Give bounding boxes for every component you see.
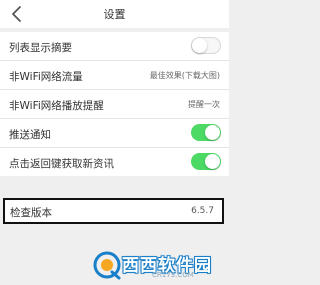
setting-row-back-refresh[interactable]: 点击返回键获取新资讯 (0, 148, 229, 176)
watermark-logo-icon (92, 250, 122, 280)
setting-row-push[interactable]: 推送通知 (0, 119, 229, 148)
check-version-label: 检查版本 (10, 207, 52, 219)
nav-bar: 设置 (0, 0, 229, 28)
setting-row-traffic[interactable]: 非WiFi网络流量 最佳效果(下载大图) (0, 61, 229, 90)
check-version-row[interactable]: 检查版本 6.5.7 (3, 198, 224, 224)
back-refresh-toggle[interactable] (191, 153, 221, 170)
toggle-knob (192, 38, 207, 53)
setting-value: 提醒一次 (188, 100, 220, 109)
push-toggle[interactable] (191, 124, 221, 141)
summary-toggle[interactable] (191, 37, 221, 54)
page-title: 设置 (103, 8, 126, 21)
toggle-knob (205, 154, 220, 169)
setting-label: 点击返回键获取新资讯 (9, 158, 114, 170)
setting-label: 推送通知 (9, 129, 51, 141)
setting-row-play-reminder[interactable]: 非WiFi网络播放提醒 提醒一次 (0, 90, 229, 119)
watermark-subtitle: CR173.COM (152, 271, 194, 279)
setting-label: 非WiFi网络流量 (9, 71, 83, 83)
version-number: 6.5.7 (191, 206, 214, 216)
setting-row-summary[interactable]: 列表显示摘要 (0, 32, 229, 61)
settings-group: 列表显示摘要 非WiFi网络流量 最佳效果(下载大图) 非WiFi网络播放提醒 … (0, 32, 229, 176)
watermark: 西西软件园 CR173.COM (92, 248, 222, 282)
setting-label: 非WiFi网络播放提醒 (9, 100, 104, 112)
setting-value: 最佳效果(下载大图) (149, 71, 220, 80)
toggle-knob (205, 125, 220, 140)
setting-label: 列表显示摘要 (9, 42, 72, 54)
